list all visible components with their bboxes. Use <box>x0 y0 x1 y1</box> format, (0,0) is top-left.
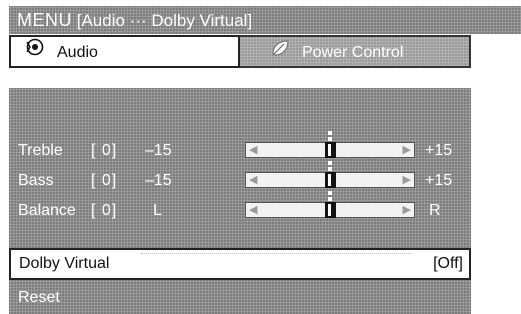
title-bar: MENU [Audio ··· Dolby Virtual] <box>9 6 521 34</box>
bass-center-marker <box>328 161 332 165</box>
treble-value: [ 0] <box>91 142 118 159</box>
left-arrow-icon: ◀ <box>249 174 258 186</box>
bass-max-label: +15 <box>425 172 453 189</box>
balance-value: [ 0] <box>91 202 118 219</box>
bass-center-marker <box>328 167 332 171</box>
treble-slider[interactable]: ◀ ▶ <box>245 131 415 158</box>
bass-row[interactable]: Bass [ 0] –15 ◀ ▶ +15 <box>9 161 471 195</box>
bass-slider[interactable]: ◀ ▶ <box>245 161 415 188</box>
treble-max-label: +15 <box>425 142 453 159</box>
bass-min-label: –15 <box>145 172 172 189</box>
treble-label: Treble <box>18 142 63 159</box>
dotted-leader <box>141 253 411 258</box>
treble-row[interactable]: Treble [ 0] –15 ◀ ▶ +15 <box>9 131 471 165</box>
reset-label: Reset <box>18 289 60 306</box>
dolby-virtual-value: [Off] <box>433 255 463 272</box>
power-control-icon <box>270 37 290 68</box>
treble-center-marker <box>328 137 332 141</box>
bass-label: Bass <box>18 172 54 189</box>
balance-right-label: R <box>429 202 441 219</box>
treble-slider-thumb[interactable] <box>325 142 336 158</box>
treble-min-label: –15 <box>145 142 172 159</box>
left-arrow-icon: ◀ <box>249 204 258 216</box>
bass-value: [ 0] <box>91 172 118 189</box>
tab-audio-label: Audio <box>57 44 98 61</box>
dolby-virtual-label: Dolby Virtual <box>19 255 110 272</box>
tab-power-control-label: Power Control <box>302 44 404 61</box>
balance-label: Balance <box>18 202 76 219</box>
tab-audio[interactable]: Audio <box>9 35 240 68</box>
right-arrow-icon: ▶ <box>402 144 411 156</box>
bass-slider-thumb[interactable] <box>325 172 336 188</box>
balance-slider-thumb[interactable] <box>325 202 336 218</box>
balance-slider[interactable]: ◀ ▶ <box>245 191 415 218</box>
balance-center-marker <box>328 191 332 195</box>
balance-center-marker <box>328 197 332 201</box>
right-arrow-icon: ▶ <box>402 204 411 216</box>
balance-left-label: L <box>153 202 162 219</box>
tab-power-control[interactable]: Power Control <box>240 35 471 68</box>
treble-center-marker <box>328 131 332 135</box>
right-arrow-icon: ▶ <box>402 174 411 186</box>
reset-row[interactable]: Reset <box>9 282 471 314</box>
audio-icon <box>25 37 45 68</box>
menu-title: MENU <box>17 10 72 30</box>
dolby-virtual-row[interactable]: Dolby Virtual [Off] <box>9 248 471 280</box>
left-arrow-icon: ◀ <box>249 144 258 156</box>
audio-settings-panel: Treble [ 0] –15 ◀ ▶ +15 Bass [ 0] –15 ◀ … <box>9 88 471 314</box>
tab-row: Audio Power Control <box>9 35 471 68</box>
balance-row[interactable]: Balance [ 0] L ◀ ▶ R <box>9 191 471 225</box>
menu-path: [Audio ··· Dolby Virtual] <box>76 11 253 30</box>
